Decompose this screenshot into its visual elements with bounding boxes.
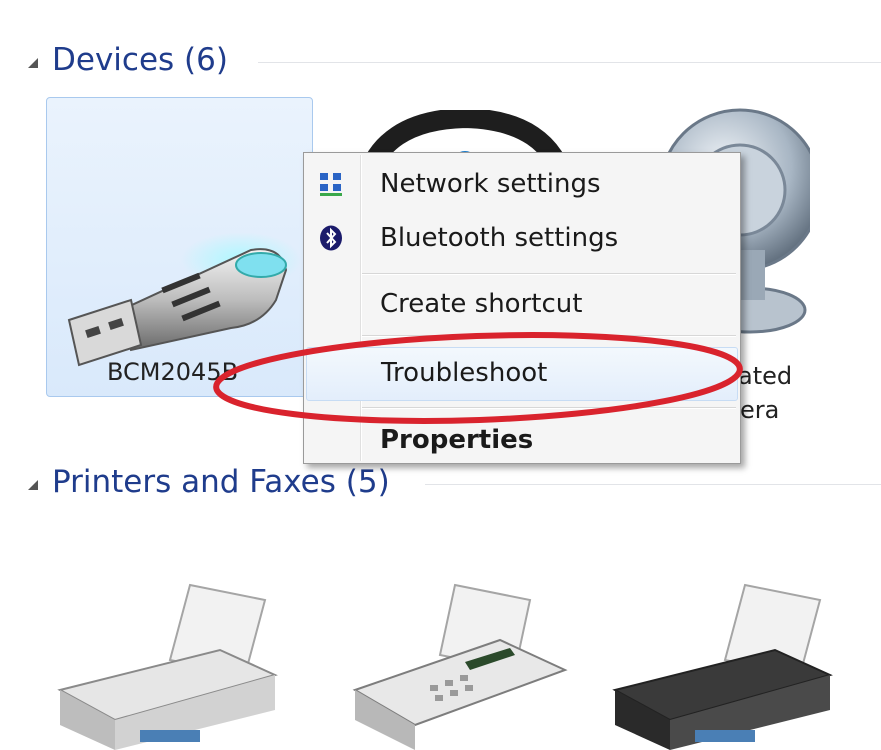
devices-group-title: Devices (6) <box>52 42 228 78</box>
fax-machine-icon[interactable] <box>335 580 575 750</box>
menu-item-network-settings[interactable]: Network settings <box>306 159 738 213</box>
menu-separator <box>362 273 736 275</box>
device-label-webcam-line2: era <box>740 396 780 424</box>
usb-bluetooth-dongle-icon <box>67 232 301 367</box>
menu-item-create-shortcut[interactable]: Create shortcut <box>306 279 738 333</box>
context-menu: Network settings Bluetooth settings Crea… <box>303 152 741 464</box>
device-label-webcam-line1: ated <box>738 362 793 390</box>
device-label: BCM2045B <box>107 358 239 386</box>
menu-item-label: Bluetooth settings <box>380 223 619 253</box>
menu-item-bluetooth-settings[interactable]: Bluetooth settings <box>306 213 738 267</box>
network-settings-icon <box>320 173 342 196</box>
bluetooth-icon <box>320 225 342 251</box>
printers-group-title: Printers and Faxes (5) <box>52 464 390 500</box>
menu-separator <box>362 407 736 409</box>
device-bcm2045b[interactable]: BCM2045B <box>46 97 313 397</box>
printer-icon[interactable] <box>50 580 300 750</box>
collapse-arrow-icon[interactable] <box>28 480 38 490</box>
printer-icon[interactable] <box>605 580 855 750</box>
menu-item-label: Network settings <box>380 169 601 199</box>
menu-item-label: Properties <box>380 425 534 455</box>
menu-item-properties[interactable]: Properties <box>306 415 738 469</box>
group-divider <box>258 62 881 63</box>
collapse-arrow-icon[interactable] <box>28 58 38 68</box>
menu-item-label: Create shortcut <box>380 289 583 319</box>
menu-item-troubleshoot[interactable]: Troubleshoot <box>306 347 738 401</box>
devices-group-header[interactable]: Devices (6) <box>28 40 228 80</box>
group-divider <box>425 484 881 485</box>
menu-separator <box>362 335 736 337</box>
menu-item-label: Troubleshoot <box>381 358 548 388</box>
